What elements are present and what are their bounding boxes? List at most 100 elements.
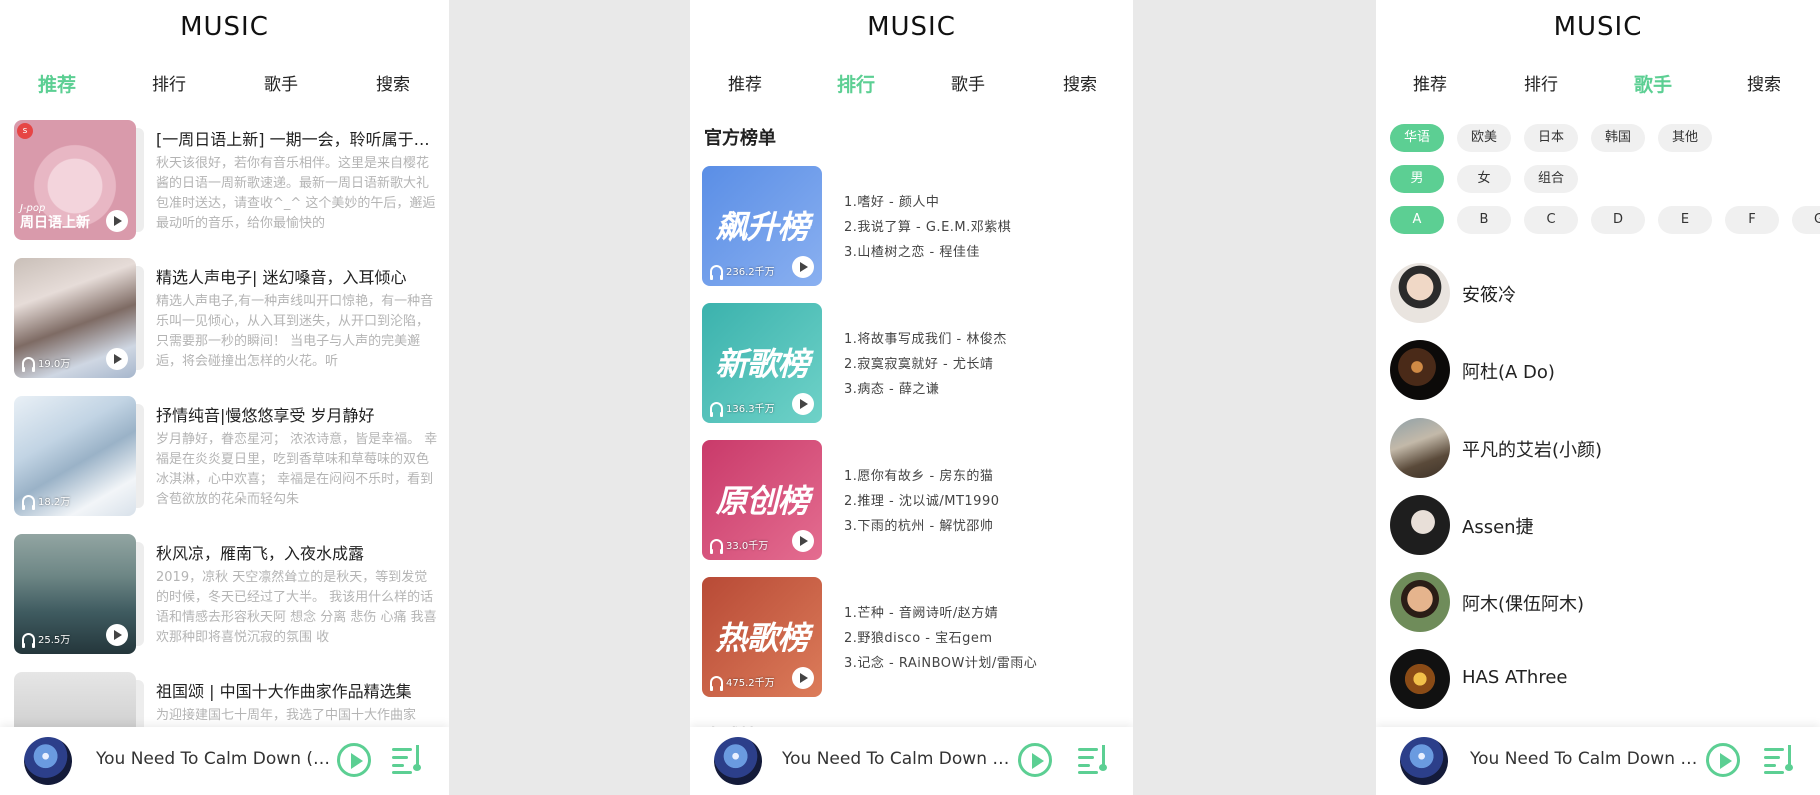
- rank-song: 2.野狼disco - 宝石gem: [844, 631, 993, 646]
- player-album-cover[interactable]: [1400, 737, 1448, 785]
- rank-song-list: 1.将故事写成我们 - 林俊杰 2.寂寞寂寞就好 - 尤长靖 3.病态 - 薛之…: [844, 327, 1123, 402]
- tab-recommend[interactable]: 推荐: [705, 70, 785, 100]
- rank-song: 2.推理 - 沈以诚/MT1990: [844, 494, 1000, 509]
- recommend-panel: MUSIC 推荐 排行 歌手 搜索 s J-pop 周日语上新 [一周日语上新]…: [0, 0, 449, 795]
- playlist-icon[interactable]: [1764, 745, 1793, 775]
- playlist-item[interactable]: 25.5万 秋风凉，雁南飞，入夜水成露 2019，凉秋 天空凛然耸立的是秋天，等…: [14, 532, 439, 658]
- rank-panel: MUSIC 推荐 排行 歌手 搜索 官方榜单 飙升榜 236.2千万 1.嗜好 …: [690, 0, 1133, 795]
- play-count: 33.0千万: [710, 537, 768, 554]
- play-button-icon[interactable]: [1706, 743, 1740, 777]
- playlist-cover: s J-pop 周日语上新: [14, 120, 136, 240]
- singer-item[interactable]: HAS AThree: [1390, 649, 1820, 711]
- singer-item[interactable]: 安筱冷: [1390, 263, 1820, 325]
- singer-avatar: [1390, 418, 1450, 478]
- tab-search[interactable]: 搜索: [353, 70, 433, 100]
- headphone-icon: [710, 402, 723, 417]
- player-album-cover[interactable]: [24, 737, 72, 785]
- play-count: 19.0万: [22, 355, 70, 372]
- type-chip[interactable]: 男: [1390, 165, 1444, 193]
- rank-song: 2.寂寞寂寞就好 - 尤长靖: [844, 357, 994, 372]
- play-icon[interactable]: [792, 256, 814, 278]
- tab-rank[interactable]: 排行: [1501, 70, 1581, 100]
- rank-song: 3.山楂树之恋 - 程佳佳: [844, 245, 980, 260]
- singer-name: 阿木(倮伍阿木): [1462, 594, 1585, 615]
- cover-stack-decoration: [136, 128, 144, 232]
- playlist-item[interactable]: 18.2万 抒情纯音|慢悠悠享受 岁月静好 岁月静好，眷恋星河； 浓浓诗意，皆是…: [14, 394, 439, 520]
- tab-singer[interactable]: 歌手: [241, 70, 321, 100]
- rank-item[interactable]: 新歌榜 136.3千万 1.将故事写成我们 - 林俊杰 2.寂寞寂寞就好 - 尤…: [702, 303, 1123, 425]
- rank-cover-name: 飙升榜: [715, 208, 809, 246]
- cover-title-text: 周日语上新: [20, 215, 90, 231]
- playlist-title: 精选人声电子| 迷幻嗓音，入耳倾心: [156, 268, 407, 287]
- play-icon[interactable]: [106, 348, 128, 370]
- play-count-value: 236.2千万: [726, 267, 775, 278]
- playlist-item[interactable]: 19.0万 精选人声电子| 迷幻嗓音，入耳倾心 精选人声电子,有一种声线叫开口惊…: [14, 256, 439, 382]
- region-chip[interactable]: 欧美: [1457, 124, 1511, 152]
- letter-chip[interactable]: D: [1591, 206, 1645, 234]
- letter-chip[interactable]: A: [1390, 206, 1444, 234]
- rank-item[interactable]: 原创榜 33.0千万 1.愿你有故乡 - 房东的猫 2.推理 - 沈以诚/MT1…: [702, 440, 1123, 562]
- singer-avatar: [1390, 572, 1450, 632]
- letter-chip[interactable]: E: [1658, 206, 1712, 234]
- singer-item[interactable]: 平凡的艾岩(小颜): [1390, 418, 1820, 480]
- region-chip[interactable]: 韩国: [1591, 124, 1645, 152]
- tab-rank[interactable]: 排行: [129, 70, 209, 100]
- singer-name: Assen捷: [1462, 517, 1534, 538]
- cover-stack-decoration: [136, 542, 144, 646]
- headphone-icon: [710, 265, 723, 280]
- tab-bar: 推荐 排行 歌手 搜索: [0, 70, 449, 100]
- play-count: 18.2万: [22, 493, 71, 510]
- playlist-icon[interactable]: [392, 745, 421, 775]
- headphone-icon: [22, 495, 35, 510]
- tab-recommend[interactable]: 推荐: [17, 70, 97, 100]
- tab-rank[interactable]: 排行: [816, 70, 896, 100]
- region-chip[interactable]: 日本: [1524, 124, 1578, 152]
- letter-chip[interactable]: G: [1792, 206, 1820, 234]
- mini-player[interactable]: You Need To Calm Down (Clean Version): [0, 727, 449, 795]
- singer-item[interactable]: 阿木(倮伍阿木): [1390, 572, 1820, 634]
- rank-item[interactable]: 热歌榜 475.2千万 1.芒种 - 音阙诗听/赵方婧 2.野狼disco - …: [702, 577, 1123, 699]
- type-chip[interactable]: 组合: [1524, 165, 1578, 193]
- tab-search[interactable]: 搜索: [1724, 70, 1804, 100]
- type-filter: 男 女 组合: [1390, 165, 1820, 193]
- rank-song-list: 1.芒种 - 音阙诗听/赵方婧 2.野狼disco - 宝石gem 3.记念 -…: [844, 601, 1123, 676]
- playlist-item[interactable]: s J-pop 周日语上新 [一周日语上新] 一期一会，聆听属于你的日语 秋天该…: [14, 118, 439, 244]
- play-count-value: 25.5万: [38, 635, 71, 646]
- rank-song: 3.病态 - 薛之谦: [844, 382, 940, 397]
- singer-item[interactable]: 阿杜(A Do): [1390, 340, 1820, 402]
- play-icon[interactable]: [792, 393, 814, 415]
- play-count-value: 18.2万: [38, 497, 71, 508]
- play-count: 136.3千万: [710, 400, 775, 417]
- tab-recommend[interactable]: 推荐: [1390, 70, 1470, 100]
- player-album-cover[interactable]: [714, 737, 762, 785]
- type-chip[interactable]: 女: [1457, 165, 1511, 193]
- letter-chip[interactable]: F: [1725, 206, 1779, 234]
- play-button-icon[interactable]: [1018, 743, 1052, 777]
- playlist-desc: 岁月静好，眷恋星河； 浓浓诗意，皆是幸福。 幸福是在炎炎夏日里，吃到香草味和草莓…: [156, 432, 438, 507]
- singer-avatar: [1390, 649, 1450, 709]
- player-song-title: You Need To Calm Down (Clean Version): [96, 749, 334, 769]
- playlist-icon[interactable]: [1078, 745, 1107, 775]
- rank-cover: 新歌榜 136.3千万: [702, 303, 822, 423]
- region-chip[interactable]: 华语: [1390, 124, 1444, 152]
- rank-cover: 热歌榜 475.2千万: [702, 577, 822, 697]
- mini-player[interactable]: You Need To Calm Down (Clean Version): [1376, 727, 1820, 795]
- region-chip[interactable]: 其他: [1658, 124, 1712, 152]
- tab-singer[interactable]: 歌手: [928, 70, 1008, 100]
- play-icon[interactable]: [106, 624, 128, 646]
- tab-singer[interactable]: 歌手: [1613, 70, 1693, 100]
- letter-chip[interactable]: C: [1524, 206, 1578, 234]
- play-button-icon[interactable]: [337, 743, 371, 777]
- singer-item[interactable]: Assen捷: [1390, 495, 1820, 557]
- rank-cover: 飙升榜 236.2千万: [702, 166, 822, 286]
- letter-chip[interactable]: B: [1457, 206, 1511, 234]
- play-icon[interactable]: [792, 530, 814, 552]
- rank-song: 1.嗜好 - 颜人中: [844, 195, 940, 210]
- play-icon[interactable]: [106, 210, 128, 232]
- tab-search[interactable]: 搜索: [1040, 70, 1120, 100]
- playlist-cover: 19.0万: [14, 258, 136, 378]
- tab-bar: 推荐 排行 歌手 搜索: [690, 70, 1133, 100]
- rank-item[interactable]: 飙升榜 236.2千万 1.嗜好 - 颜人中 2.我说了算 - G.E.M.邓紫…: [702, 166, 1123, 288]
- mini-player[interactable]: You Need To Calm Down (Clean Version): [690, 727, 1133, 795]
- play-icon[interactable]: [792, 667, 814, 689]
